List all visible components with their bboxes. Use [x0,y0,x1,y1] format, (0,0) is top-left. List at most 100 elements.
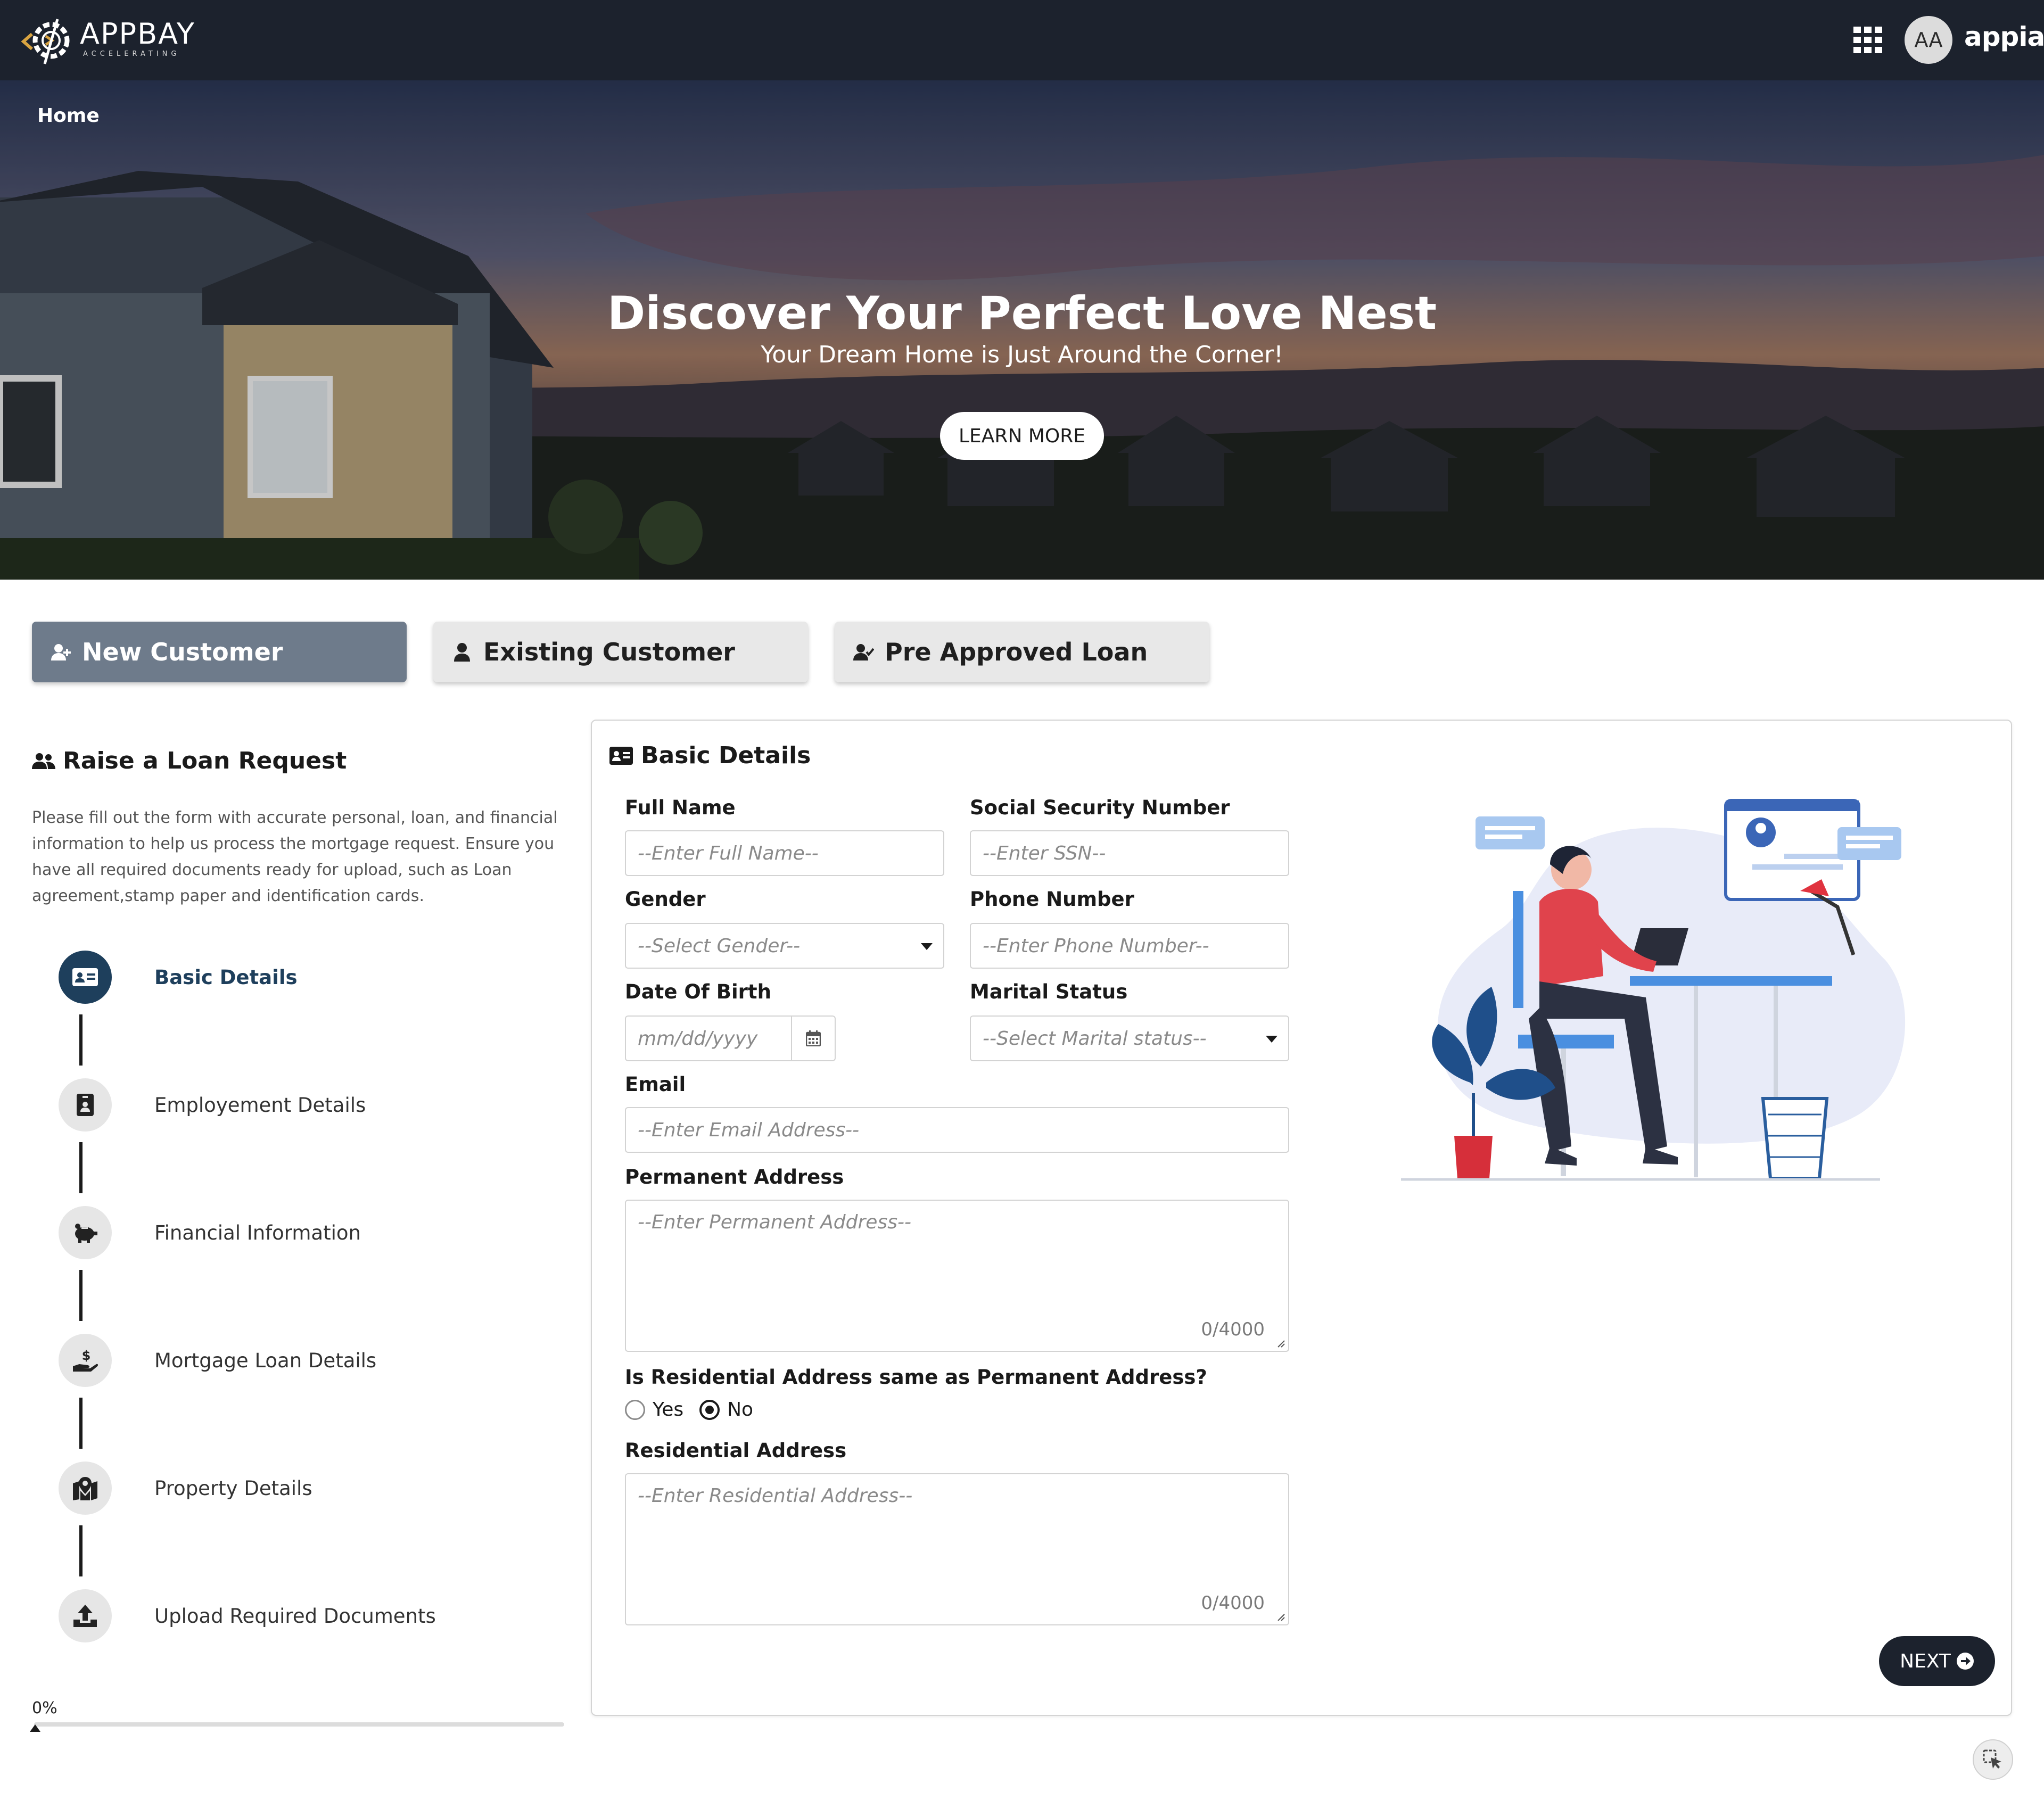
progress-percent-label: 0% [32,1699,57,1718]
tab-pre-approved-loan[interactable]: Pre Approved Loan [835,622,1209,682]
character-counter: 0/4000 [1201,1319,1265,1340]
top-navigation-bar: APPBAY ACCELERATING AA appian [0,0,2044,80]
tab-existing-customer[interactable]: Existing Customer [433,622,808,682]
step-connector [79,1142,83,1193]
step-connector [79,1398,83,1449]
marital-status-label: Marital Status [970,980,1128,1003]
loan-request-title: Raise a Loan Request [63,747,347,774]
ssn-label: Social Security Number [970,796,1230,819]
permanent-address-placeholder: --Enter Permanent Address-- [638,1211,911,1233]
person-at-desk-illustration [1401,799,1906,1181]
calendar-icon [806,1030,821,1046]
hand-dollar-icon: $ [73,1348,98,1372]
dob-input[interactable]: mm/dd/yyyy [625,1015,792,1061]
dob-label: Date Of Birth [625,980,771,1003]
user-check-icon [853,644,874,660]
step-upload-documents[interactable]: Upload Required Documents [59,1589,436,1642]
step-employment-details[interactable]: Employement Details [59,1078,366,1132]
learn-more-button[interactable]: LEARN MORE [940,412,1104,460]
next-button[interactable]: NEXT [1879,1636,1995,1686]
step-icon-circle [59,1462,112,1515]
next-button-label: NEXT [1900,1650,1951,1672]
app-launcher-grid-icon[interactable] [1853,27,1882,53]
hero-title: Discover Your Perfect Love Nest [607,287,1437,340]
users-icon [32,753,55,769]
chevron-down-icon [1266,1036,1278,1043]
appian-brand-logo: appian [1964,21,2044,52]
id-card-icon [72,968,98,986]
loan-request-heading: Raise a Loan Request [32,747,347,774]
form-section-title: Basic Details [641,742,811,769]
step-icon-circle [59,1589,112,1642]
character-counter: 0/4000 [1201,1592,1265,1614]
hero-subtitle: Your Dream Home is Just Around the Corne… [761,341,1283,368]
gear-code-icon [21,19,70,64]
logo-wordmark: APPBAY [80,17,195,51]
radio-no[interactable] [699,1399,720,1420]
marital-status-select[interactable]: --Select Marital status-- [970,1015,1289,1061]
loan-request-description: Please fill out the form with accurate p… [32,808,558,905]
permanent-address-textarea[interactable]: --Enter Permanent Address-- 0/4000 [625,1200,1289,1352]
step-icon-circle: $ [59,1334,112,1387]
residential-address-textarea[interactable]: --Enter Residential Address-- 0/4000 [625,1473,1289,1625]
user-plus-icon [51,644,71,660]
step-icon-circle [59,1078,112,1132]
step-connector [79,1014,83,1066]
appbay-logo[interactable]: APPBAY ACCELERATING [20,13,201,68]
svg-text:$: $ [82,1348,91,1363]
form-section-heading: Basic Details [609,742,811,769]
step-mortgage-loan-details[interactable]: $ Mortgage Loan Details [59,1334,376,1387]
step-label: Basic Details [154,965,298,989]
same-address-radio-group: Yes No [625,1399,769,1421]
step-label: Financial Information [154,1221,361,1244]
step-connector [79,1525,83,1576]
radio-no-label[interactable]: No [727,1399,753,1421]
map-marker-icon [73,1477,97,1500]
residential-address-placeholder: --Enter Residential Address-- [638,1485,913,1507]
select-element-fab[interactable] [1973,1739,2013,1780]
resize-grip-icon[interactable] [1276,1339,1285,1348]
user-avatar[interactable]: AA [1905,16,1952,64]
full-name-input[interactable]: --Enter Full Name-- [625,830,944,876]
radio-yes-label[interactable]: Yes [653,1399,683,1421]
phone-input[interactable]: --Enter Phone Number-- [970,923,1289,969]
step-connector [79,1270,83,1321]
marital-status-select-value: --Select Marital status-- [983,1027,1207,1050]
breadcrumb-home[interactable]: Home [37,105,100,127]
basic-details-card: Basic Details Full Name --Enter Full Nam… [591,720,2012,1716]
email-label: Email [625,1073,686,1096]
logo-tagline: ACCELERATING [83,50,180,58]
user-icon [454,643,470,662]
progress-marker [30,1724,40,1732]
same-address-question: Is Residential Address same as Permanent… [625,1366,1207,1389]
step-property-details[interactable]: Property Details [59,1462,312,1515]
gender-select[interactable]: --Select Gender-- [625,923,944,969]
step-label: Employement Details [154,1093,366,1117]
step-label: Property Details [154,1476,312,1500]
full-name-label: Full Name [625,796,736,819]
calendar-button[interactable] [791,1015,836,1061]
hero-banner: Home Discover Your Perfect Love Nest You… [0,80,2044,580]
arrow-circle-right-icon [1956,1653,1974,1670]
email-input[interactable]: --Enter Email Address-- [625,1107,1289,1153]
gender-select-value: --Select Gender-- [638,935,801,957]
radio-yes[interactable] [625,1399,645,1420]
resize-grip-icon[interactable] [1276,1613,1285,1621]
residential-address-label: Residential Address [625,1439,847,1462]
piggy-bank-icon [75,1224,97,1243]
step-label: Mortgage Loan Details [154,1349,377,1372]
chevron-down-icon [921,943,933,950]
id-card-icon [609,746,633,765]
step-financial-information[interactable]: Financial Information [59,1206,361,1259]
tab-new-customer[interactable]: New Customer [32,622,407,682]
ssn-input[interactable]: --Enter SSN-- [970,830,1289,876]
permanent-address-label: Permanent Address [625,1166,844,1188]
upload-icon [73,1605,97,1627]
step-basic-details[interactable]: Basic Details [59,951,298,1004]
step-icon-circle [59,1206,112,1259]
progress-bar [34,1722,564,1727]
tab-label: New Customer [82,638,283,666]
cursor-select-icon [1983,1749,2001,1769]
gender-label: Gender [625,888,706,911]
id-badge-icon [77,1094,94,1116]
